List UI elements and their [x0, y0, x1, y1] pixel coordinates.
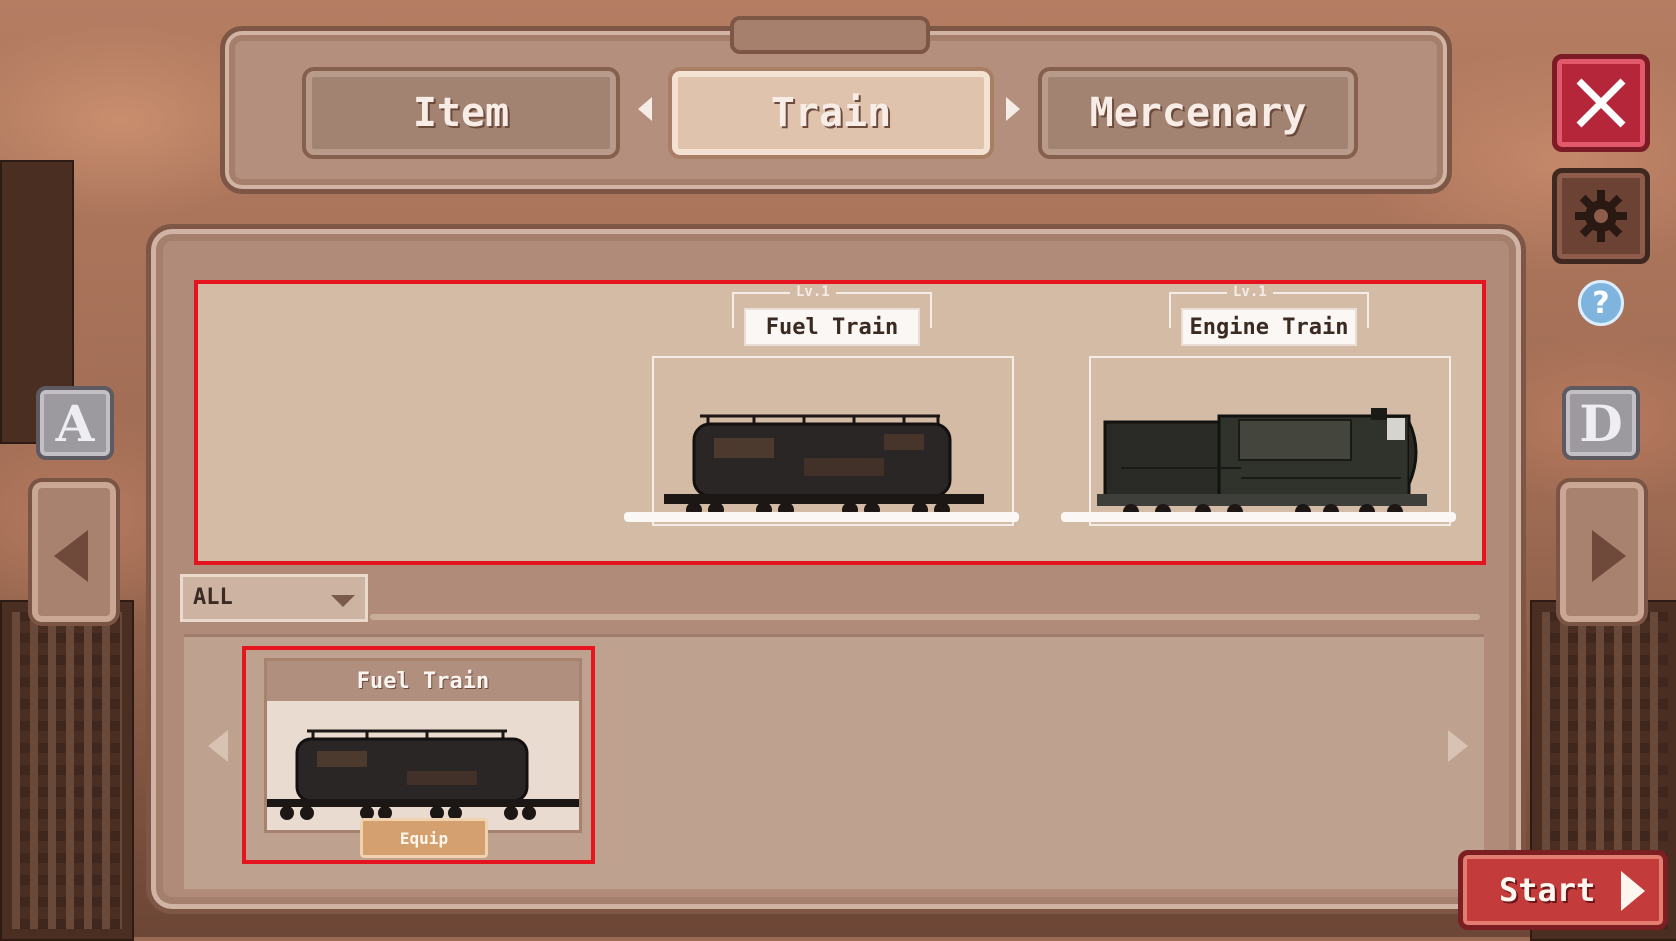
composition-car-fuel[interactable]: Lv.1 Fuel Train	[624, 284, 1019, 548]
rail-track	[1061, 512, 1456, 522]
fuel-tank-car-icon	[664, 414, 984, 518]
chevron-left-icon	[54, 530, 88, 582]
play-arrow-icon	[1621, 871, 1645, 911]
inventory-item-fuel-train[interactable]: Fuel Train Equip	[242, 646, 595, 864]
tab-train[interactable]: Train	[668, 67, 994, 159]
tab-item[interactable]: Item	[302, 67, 620, 159]
filter-dropdown[interactable]: ALL	[180, 574, 368, 622]
car-level: Lv.1	[1227, 284, 1273, 300]
tab-panel-cap	[730, 16, 930, 54]
car-name: Fuel Train	[744, 308, 920, 346]
composition-car-engine[interactable]: Lv.1 Engine Train	[1061, 284, 1456, 548]
engine-locomotive-icon	[1097, 408, 1427, 520]
tab-mercenary[interactable]: Mercenary	[1038, 67, 1358, 159]
start-button[interactable]: Start	[1458, 850, 1668, 930]
settings-button[interactable]	[1552, 168, 1650, 264]
key-d-button[interactable]: D	[1562, 386, 1640, 460]
chevron-down-icon	[331, 595, 355, 607]
start-label: Start	[1499, 871, 1596, 909]
help-button[interactable]: ?	[1578, 280, 1624, 326]
car-frame	[652, 356, 1014, 526]
equip-button[interactable]: Equip	[360, 818, 488, 858]
background-building	[0, 600, 134, 941]
divider	[370, 614, 1480, 620]
car-level: Lv.1	[790, 284, 836, 300]
filter-selected: ALL	[193, 585, 233, 610]
tab-next-arrow-icon[interactable]	[1006, 97, 1020, 121]
next-page-button[interactable]	[1556, 478, 1648, 626]
rail-track	[624, 512, 1019, 522]
item-card: Fuel Train	[264, 658, 582, 833]
close-icon	[1576, 78, 1626, 128]
key-a-button[interactable]: A	[36, 386, 114, 460]
car-frame	[1089, 356, 1451, 526]
tab-prev-arrow-icon[interactable]	[638, 97, 652, 121]
item-name: Fuel Train	[267, 661, 579, 701]
prev-page-button[interactable]	[28, 478, 120, 626]
inventory-prev-arrow-icon[interactable]	[208, 730, 228, 762]
inventory-next-arrow-icon[interactable]	[1448, 730, 1468, 762]
car-name: Engine Train	[1181, 308, 1357, 346]
chevron-right-icon	[1592, 530, 1626, 582]
fuel-tank-car-icon	[267, 729, 579, 820]
close-button[interactable]	[1552, 54, 1650, 152]
gear-icon	[1575, 190, 1627, 242]
filter-bar: ALL	[180, 574, 1490, 622]
